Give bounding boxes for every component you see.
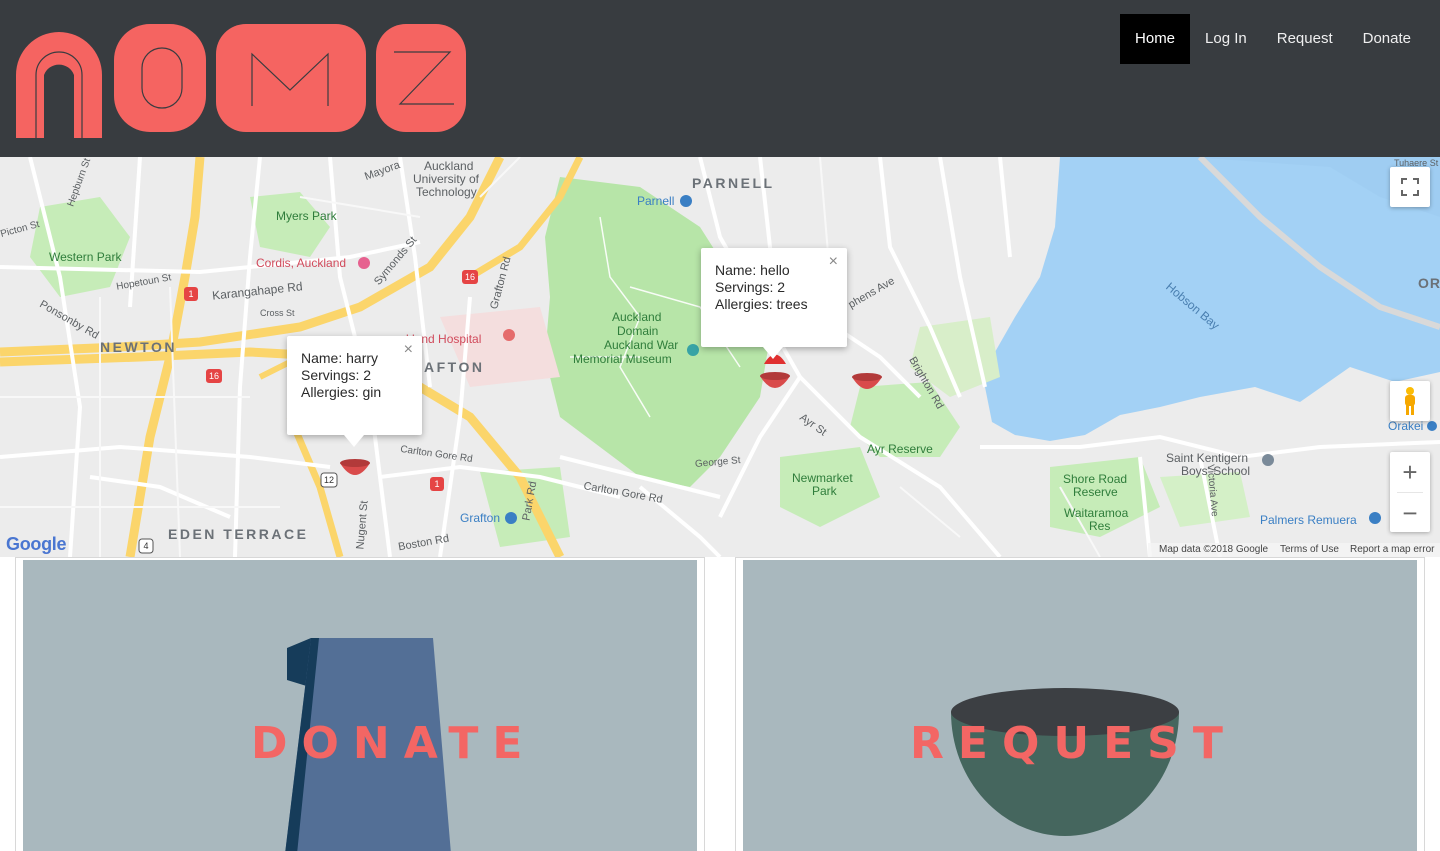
nav-home[interactable]: Home xyxy=(1120,14,1191,64)
map-label-western-park: Western Park xyxy=(49,250,122,264)
info-servings: Servings: 2 xyxy=(715,279,786,295)
map-label-aut-2: University of xyxy=(413,172,480,186)
close-icon[interactable]: × xyxy=(404,341,413,358)
svg-text:16: 16 xyxy=(465,272,475,282)
street-view-button[interactable] xyxy=(1390,381,1430,421)
donate-title[interactable]: DONATE xyxy=(251,718,536,769)
zoom-in-button[interactable]: + xyxy=(1390,452,1430,492)
action-cards: DONATE REQUEST xyxy=(0,557,1440,851)
info-allergies: Allergies: trees xyxy=(715,296,808,312)
svg-text:16: 16 xyxy=(209,371,219,381)
map-label-grafton-station: Grafton xyxy=(460,511,501,525)
map-label-museum-2: Memorial Museum xyxy=(573,352,672,366)
info-name: Name: harry xyxy=(301,350,379,366)
map-label-grafton: AFTON xyxy=(424,359,485,375)
map-label-eden-terrace: EDEN TERRACE xyxy=(168,526,309,542)
svg-text:1: 1 xyxy=(188,289,193,299)
map-label-newmarket-park: Newmarket xyxy=(792,471,853,485)
map-label-aut: Auckland xyxy=(424,159,474,173)
map-label-waitaramoa: Waitaramoa xyxy=(1064,506,1129,520)
zoom-control: + − xyxy=(1390,452,1430,532)
svg-text:12: 12 xyxy=(324,475,334,485)
nomz-logo[interactable] xyxy=(14,20,466,138)
close-icon[interactable]: × xyxy=(829,253,838,270)
donate-card[interactable]: DONATE xyxy=(15,557,705,851)
map-label-kentigern: Saint Kentigern xyxy=(1166,451,1249,465)
map-label-ayr-reserve: Ayr Reserve xyxy=(867,442,933,456)
map-label-palmers: Palmers Remuera xyxy=(1260,513,1357,527)
map-label-newmarket-park-2: Park xyxy=(812,484,837,498)
terms-link[interactable]: Terms of Use xyxy=(1280,544,1339,555)
zoom-out-button[interactable]: − xyxy=(1390,493,1430,533)
map-label-domain-2: Domain xyxy=(617,324,659,338)
info-allergies: Allergies: gin xyxy=(301,384,382,400)
map-label-parnell: PARNELL xyxy=(692,175,775,191)
map-label-aut-3: Technology xyxy=(416,185,477,199)
report-error-link[interactable]: Report a map error xyxy=(1350,544,1434,555)
request-card-image: REQUEST xyxy=(743,560,1417,851)
main-nav: Home Log In Request Donate xyxy=(1120,14,1426,64)
site-header: Home Log In Request Donate xyxy=(0,0,1440,157)
fullscreen-button[interactable] xyxy=(1390,167,1430,207)
nav-login[interactable]: Log In xyxy=(1190,14,1262,64)
map-label-cross-st: Cross St xyxy=(260,308,295,318)
request-card[interactable]: REQUEST xyxy=(735,557,1425,851)
map-label-parnell-station: Parnell xyxy=(637,194,675,208)
map-tiles[interactable]: 1 16 16 12 1 4 xyxy=(0,157,1440,557)
map-label-newton: NEWTON xyxy=(100,339,177,355)
svg-text:1: 1 xyxy=(434,479,439,489)
pegman-icon xyxy=(1405,387,1415,415)
info-name: Name: hello xyxy=(715,262,790,278)
svg-text:4: 4 xyxy=(143,541,148,551)
map-label-myers-park: Myers Park xyxy=(276,209,337,223)
map-label-orakei: Orakei xyxy=(1388,419,1424,433)
map-label-or-edge: OR xyxy=(1418,275,1440,291)
marker-info-window: × Name: harry Servings: 2 Allergies: gin xyxy=(287,336,422,447)
marker-info-window: × Name: hello Servings: 2 Allergies: tre… xyxy=(701,248,847,359)
donate-illustration xyxy=(285,638,451,851)
fullscreen-icon xyxy=(1401,178,1419,196)
map-label-shore-road-2: Reserve xyxy=(1073,485,1118,499)
bowl-illustration xyxy=(951,688,1179,836)
nav-request[interactable]: Request xyxy=(1262,14,1348,64)
request-title[interactable]: REQUEST xyxy=(910,718,1237,769)
donate-card-image: DONATE xyxy=(23,560,697,851)
map-label-museum: Auckland War xyxy=(604,338,679,352)
map-label-shore-road: Shore Road xyxy=(1063,472,1128,486)
google-map[interactable]: 1 16 16 12 1 4 PARNELL NEWTON AFTON EDEN… xyxy=(0,157,1440,557)
nav-donate[interactable]: Donate xyxy=(1348,14,1426,64)
info-servings: Servings: 2 xyxy=(301,367,372,383)
google-logo[interactable]: Google xyxy=(6,534,67,555)
map-label-waitaramoa-2: Res xyxy=(1089,519,1111,533)
map-data-text: Map data ©2018 Google xyxy=(1159,544,1269,555)
map-label-domain: Auckland xyxy=(612,310,662,324)
map-label-cordis: Cordis, Auckland xyxy=(256,256,347,270)
